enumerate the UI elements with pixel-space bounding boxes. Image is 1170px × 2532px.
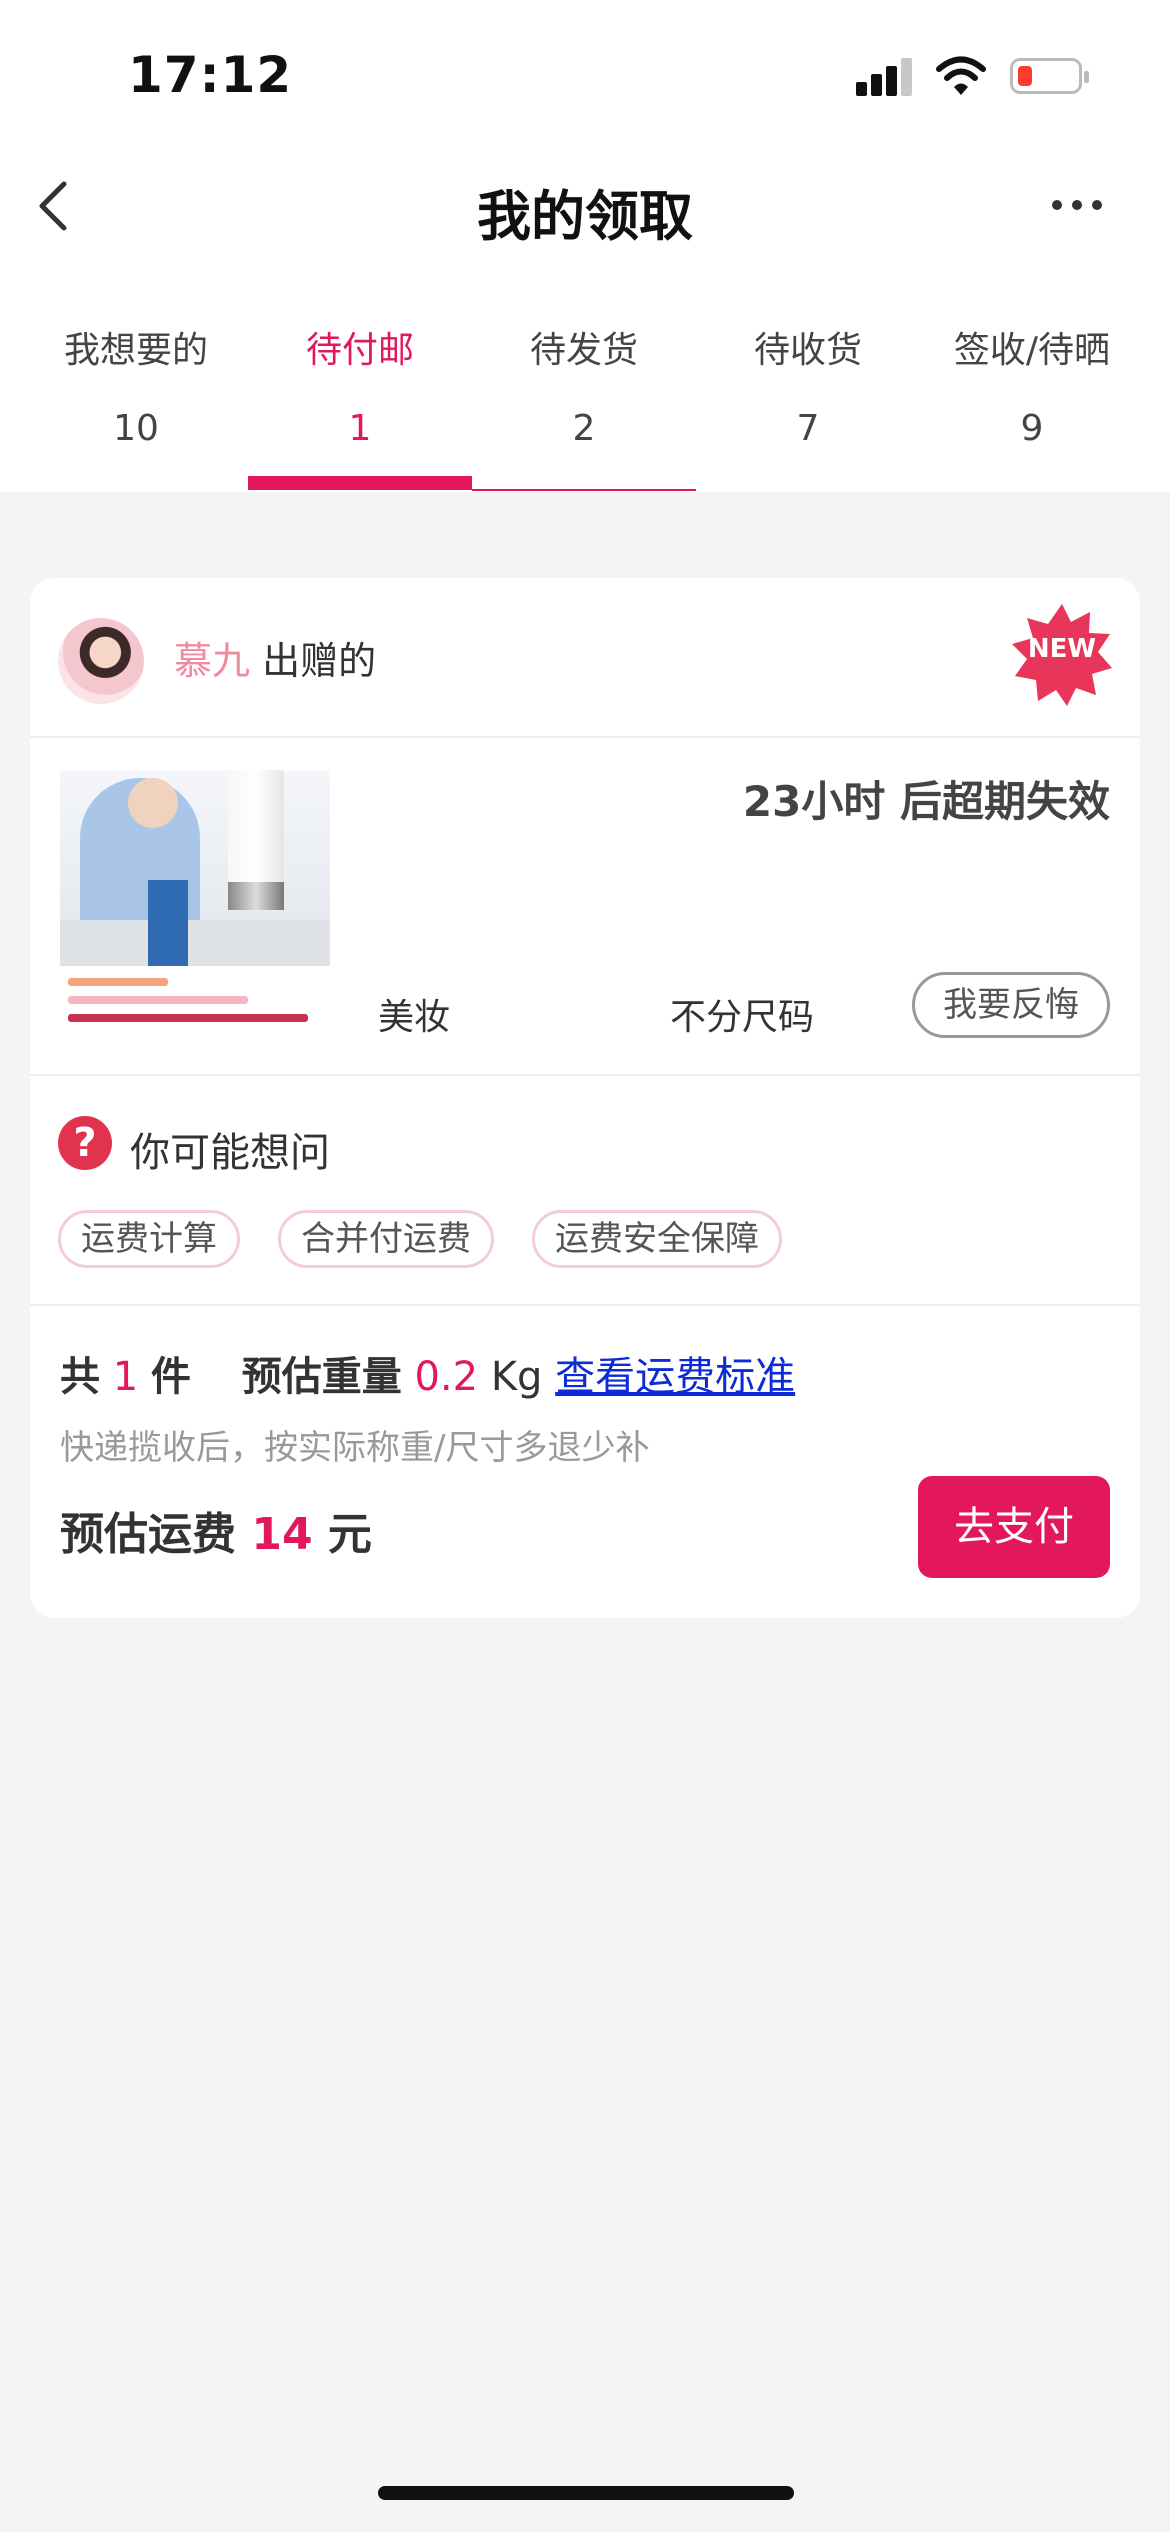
giver-name[interactable]: 慕九: [174, 639, 250, 683]
weight-value: 0.2: [414, 1354, 479, 1400]
nav-bar: 我的领取: [0, 150, 1170, 262]
item-count: 1: [112, 1354, 139, 1400]
active-tab-indicator: [248, 476, 472, 490]
tab-label: 我想要的: [63, 330, 208, 371]
page-title: 我的领取: [477, 185, 693, 248]
summary-line: 共 1 件 预估重量 0.2 Kg 查看运费标准: [60, 1344, 795, 1402]
giver-row: 慕九 出赠的 NEW: [30, 578, 1140, 738]
product-image[interactable]: [60, 770, 330, 1040]
status-time: 17:12: [128, 46, 293, 104]
giver-suffix: 出赠的: [250, 639, 377, 683]
fee-value: 14: [251, 1509, 313, 1560]
tab-signed-review[interactable]: 签收/待晒 9: [920, 324, 1144, 449]
weight-label: 预估重量: [241, 1354, 402, 1400]
battery-icon: [1010, 58, 1089, 94]
avatar[interactable]: [58, 618, 144, 704]
tab-label: 待发货: [529, 330, 638, 371]
fee-label: 预估运费: [60, 1509, 236, 1560]
regret-button[interactable]: 我要反悔: [912, 972, 1110, 1038]
product-row: 23小时 后超期失效 美妆 不分尺码 我要反悔: [30, 738, 1140, 1076]
tab-pending-postage[interactable]: 待付邮 1: [248, 324, 472, 449]
signal-icon: [856, 56, 914, 96]
estimated-fee: 预估运费 14 元: [60, 1498, 372, 1562]
tab-wanted[interactable]: 我想要的 10: [24, 324, 248, 449]
more-dots-icon[interactable]: [1052, 200, 1104, 212]
tab-bar: 我想要的 10 待付邮 1 待发货 2 待收货 7 签收/待晒 9: [0, 262, 1170, 492]
product-category: 美妆: [378, 997, 451, 1038]
order-card: 慕九 出赠的 NEW 23小时 后超期失效 美妆 不分尺码 我要反悔 ? 你可能…: [30, 578, 1140, 1618]
giver-text: 慕九 出赠的: [174, 630, 376, 685]
fee-unit: 元: [327, 1509, 372, 1560]
tab-divider-line: [472, 489, 696, 491]
weight-unit: Kg: [490, 1354, 543, 1400]
product-size: 不分尺码: [670, 997, 815, 1038]
tab-pending-shipment[interactable]: 待发货 2: [472, 324, 696, 449]
shipping-standard-link[interactable]: 查看运费标准: [555, 1354, 795, 1400]
tab-count: 2: [572, 408, 596, 449]
count-prefix: 共: [60, 1354, 100, 1400]
tab-label: 签收/待晒: [953, 330, 1111, 371]
shipping-note: 快递揽收后，按实际称重/尺寸多退少补: [60, 1428, 650, 1468]
tab-count: 7: [796, 408, 820, 449]
tab-count: 10: [113, 408, 159, 449]
tab-count: 9: [1020, 408, 1044, 449]
faq-chip-shipping-guarantee[interactable]: 运费安全保障: [532, 1210, 782, 1268]
wifi-icon: [936, 56, 986, 95]
home-indicator[interactable]: [378, 2486, 794, 2500]
question-icon: ?: [58, 1116, 112, 1170]
status-bar: 17:12: [0, 0, 1170, 150]
count-suffix: 件: [150, 1354, 191, 1400]
new-badge-label: NEW: [1027, 634, 1097, 664]
pay-button[interactable]: 去支付: [918, 1476, 1110, 1578]
faq-chip-merge-shipping[interactable]: 合并付运费: [278, 1210, 494, 1268]
tab-label: 待收货: [753, 330, 862, 371]
expire-countdown: 23小时 后超期失效: [742, 777, 1110, 826]
faq-section: ? 你可能想问 运费计算 合并付运费 运费安全保障: [30, 1076, 1140, 1306]
tab-pending-receipt[interactable]: 待收货 7: [696, 324, 920, 449]
tab-label: 待付邮: [305, 330, 414, 371]
faq-chip-shipping-calc[interactable]: 运费计算: [58, 1210, 240, 1268]
tab-count: 1: [348, 408, 372, 449]
shipping-summary: 共 1 件 预估重量 0.2 Kg 查看运费标准 快递揽收后，按实际称重/尺寸多…: [30, 1306, 1140, 1618]
faq-title: 你可能想问: [130, 1130, 330, 1176]
